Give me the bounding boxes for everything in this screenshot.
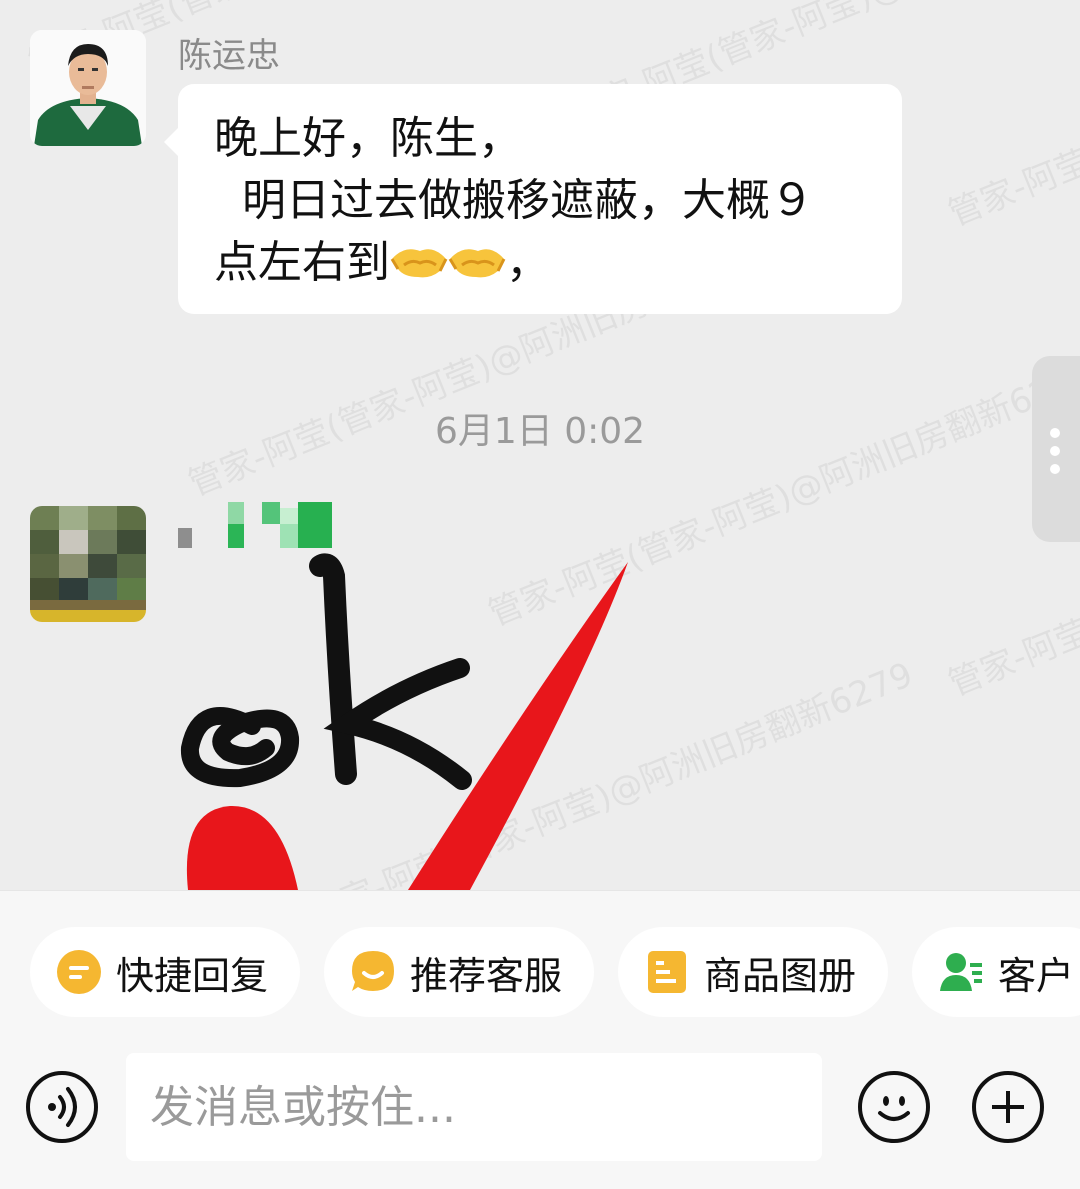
avatar[interactable]	[30, 30, 146, 146]
voice-icon	[48, 1087, 77, 1127]
emoji-button[interactable]	[858, 1071, 930, 1143]
quick-reply-label: 快捷回复	[116, 953, 269, 998]
recommend-service-label: 推荐客服	[410, 953, 563, 998]
message-text: 点左右到	[214, 237, 390, 288]
handshake-emoji	[390, 249, 448, 278]
message-text: 明日过去做搬移遮蔽，大概９	[214, 175, 814, 226]
message-text: ，	[506, 237, 550, 288]
menu-dots-icon	[1050, 464, 1060, 474]
composer	[0, 1053, 1080, 1163]
message-bubble[interactable]: 晚上好，陈生， 明日过去做搬移遮蔽，大概９ 点左右到 ，	[164, 84, 902, 314]
recommend-service-icon	[352, 951, 394, 991]
sender-name	[178, 502, 332, 548]
message-input[interactable]	[126, 1053, 822, 1161]
emoji-icon	[878, 1096, 910, 1121]
bottom-panel: 快捷回复 推荐客服 商品图册 客户	[0, 890, 1080, 1189]
customer-label: 客户	[998, 953, 1075, 998]
handshake-emoji	[448, 249, 506, 278]
product-album-button[interactable]: 商品图册	[618, 927, 888, 1017]
customer-button[interactable]: 客户	[912, 927, 1080, 1017]
ok-sticker[interactable]	[170, 548, 640, 890]
avatar[interactable]	[30, 506, 146, 622]
quick-reply-icon	[57, 950, 101, 994]
product-album-label: 商品图册	[704, 953, 857, 998]
menu-dots-icon	[1050, 446, 1060, 456]
timestamp: 6月1日 0:02	[434, 411, 646, 452]
sender-name: 陈运忠	[178, 36, 280, 76]
message-text: 晚上好，陈生，	[214, 113, 522, 164]
product-album-icon	[648, 951, 686, 993]
quick-reply-button[interactable]: 快捷回复	[30, 927, 300, 1017]
voice-button[interactable]	[26, 1071, 98, 1143]
watermark: 管家-阿莹(管家-阿莹)@阿洲旧房翻新6279	[942, 0, 1080, 235]
side-menu-handle[interactable]	[1032, 356, 1080, 542]
recommend-service-button[interactable]: 推荐客服	[324, 927, 594, 1017]
menu-dots-icon	[1050, 428, 1060, 438]
plus-button[interactable]	[972, 1071, 1044, 1143]
customer-icon	[940, 953, 982, 991]
plus-icon	[992, 1091, 1024, 1123]
